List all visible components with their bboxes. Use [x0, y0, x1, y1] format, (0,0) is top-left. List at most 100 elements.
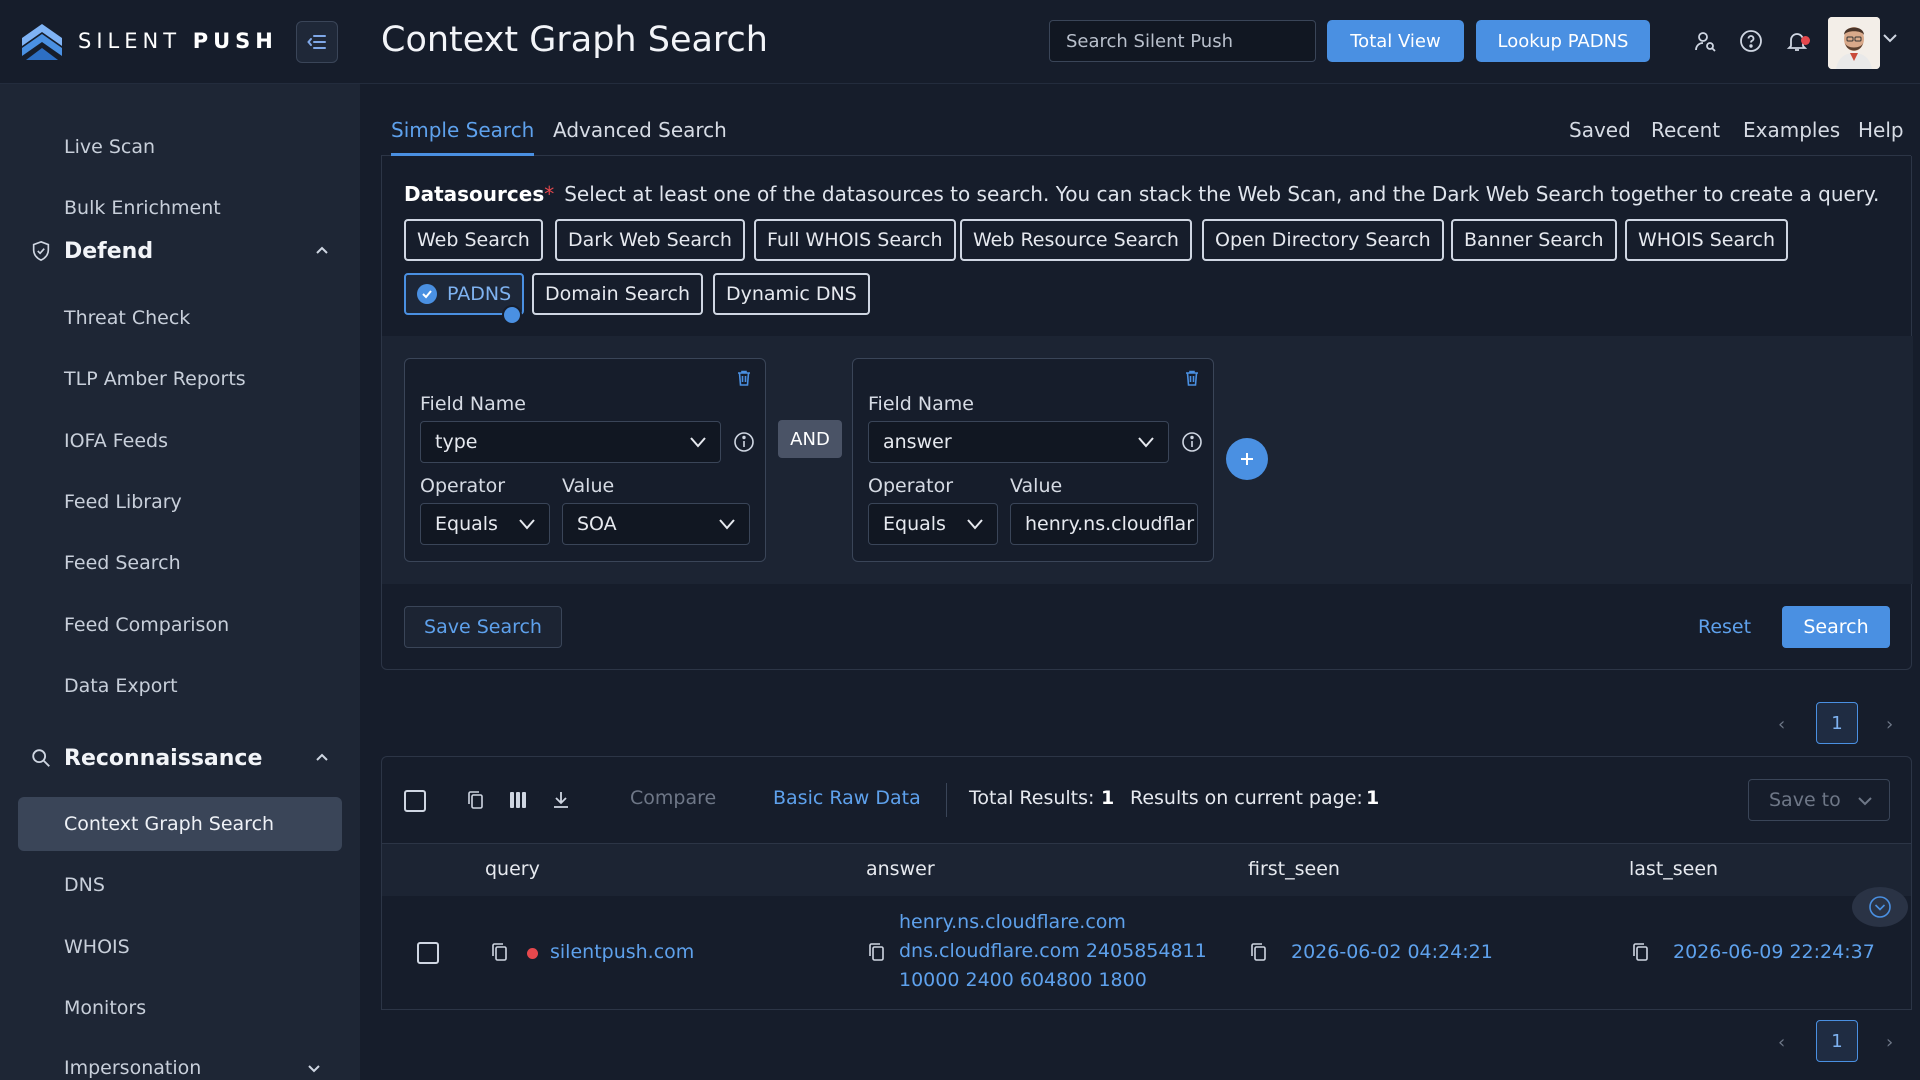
sidebar-item-feed-library[interactable]: Feed Library — [18, 475, 342, 529]
datasource-chip-whois-search[interactable]: WHOIS Search — [1625, 219, 1789, 261]
notifications-bell-icon[interactable] — [1784, 28, 1810, 54]
datasource-chip-open-directory-search[interactable]: Open Directory Search — [1202, 219, 1444, 261]
tab-examples[interactable]: Examples — [1743, 118, 1840, 142]
tab-advanced-search[interactable]: Advanced Search — [553, 118, 727, 156]
and-operator-badge[interactable]: AND — [778, 420, 842, 458]
account-menu-chevron-icon[interactable] — [1882, 30, 1898, 46]
copy-icon[interactable] — [465, 789, 487, 811]
tab-saved[interactable]: Saved — [1569, 118, 1631, 142]
datasource-chip-web-search[interactable]: Web Search — [404, 219, 543, 261]
field-name-select[interactable]: type — [420, 421, 721, 463]
add-condition-button[interactable] — [1226, 438, 1268, 480]
value-select[interactable]: SOA — [562, 503, 750, 545]
column-header-answer[interactable]: answer — [866, 858, 935, 880]
search-button[interactable]: Search — [1782, 606, 1890, 648]
condition-card: Field Name type Operator Value Equals SO… — [404, 358, 766, 562]
query-link[interactable]: silentpush.com — [550, 938, 694, 967]
last-seen-link[interactable]: 2026-06-09 22:24:37 — [1673, 938, 1875, 967]
operator-select[interactable]: Equals — [420, 503, 550, 545]
page-results-value: 1 — [1366, 787, 1380, 809]
sidebar-item-iofa-feeds[interactable]: IOFA Feeds — [18, 414, 342, 468]
basic-raw-data-toggle[interactable]: Basic Raw Data — [773, 787, 921, 809]
info-icon[interactable] — [733, 431, 755, 453]
copy-icon[interactable] — [1250, 942, 1268, 962]
prev-page-icon[interactable]: ‹ — [1778, 1032, 1785, 1053]
tab-recent[interactable]: Recent — [1651, 118, 1720, 142]
answer-line: henry.ns.cloudflare.com — [899, 911, 1126, 933]
sidebar: Live Scan Bulk Enrichment Defend Threat … — [0, 84, 360, 1080]
total-view-button[interactable]: Total View — [1327, 20, 1464, 62]
pagination-top: ‹ 1 › — [1760, 702, 1910, 746]
save-to-dropdown[interactable]: Save to — [1748, 779, 1890, 821]
row-checkbox[interactable] — [417, 942, 439, 964]
user-avatar[interactable] — [1828, 17, 1880, 69]
datasource-chip-padns[interactable]: PADNS — [404, 273, 525, 325]
column-header-last-seen[interactable]: last_seen — [1629, 858, 1718, 880]
sidebar-item-monitors[interactable]: Monitors — [18, 981, 342, 1035]
save-search-button[interactable]: Save Search — [404, 606, 562, 648]
datasource-info-icon[interactable] — [502, 305, 522, 325]
next-page-icon[interactable]: › — [1886, 1032, 1893, 1053]
answer-link[interactable]: henry.ns.cloudflare.com dns.cloudflare.c… — [899, 908, 1207, 995]
value-input[interactable]: henry.ns.cloudflar — [1010, 503, 1198, 545]
copy-icon[interactable] — [868, 942, 886, 962]
sidebar-item-feed-comparison[interactable]: Feed Comparison — [18, 598, 342, 652]
lookup-padns-button[interactable]: Lookup PADNS — [1476, 20, 1650, 62]
sidebar-item-feed-search[interactable]: Feed Search — [18, 536, 342, 590]
sidebar-item-data-export[interactable]: Data Export — [18, 659, 342, 713]
trash-icon[interactable] — [1183, 369, 1201, 387]
datasource-chip-full-whois-search[interactable]: Full WHOIS Search — [754, 219, 956, 261]
operator-select[interactable]: Equals — [868, 503, 998, 545]
chevron-down-circle-icon — [1869, 896, 1891, 918]
reset-button[interactable]: Reset — [1698, 616, 1751, 638]
brand-logo[interactable]: SILENT PUSH — [20, 20, 278, 62]
sidebar-section-reconnaissance[interactable]: Reconnaissance — [30, 741, 330, 775]
next-page-icon[interactable]: › — [1886, 714, 1893, 735]
sidebar-section-title: Defend — [64, 238, 154, 264]
datasource-chip-dark-web-search[interactable]: Dark Web Search — [555, 219, 745, 261]
sidebar-item-impersonation[interactable]: Impersonation — [18, 1041, 342, 1080]
column-header-first-seen[interactable]: first_seen — [1248, 858, 1340, 880]
sidebar-section-defend[interactable]: Defend — [30, 234, 330, 268]
compare-button[interactable]: Compare — [630, 787, 716, 809]
datasource-chip-web-resource-search[interactable]: Web Resource Search — [960, 219, 1192, 261]
operator-label: Operator — [420, 475, 506, 497]
field-name-label: Field Name — [868, 393, 974, 415]
copy-icon[interactable] — [1632, 942, 1650, 962]
datasource-chip-domain-search[interactable]: Domain Search — [532, 273, 704, 315]
row-expand-button[interactable] — [1852, 887, 1908, 927]
table-row: silentpush.com henry.ns.cloudflare.com d… — [382, 896, 1911, 1009]
field-name-select[interactable]: answer — [868, 421, 1169, 463]
sidebar-item-live-scan[interactable]: Live Scan — [18, 120, 342, 174]
user-search-icon[interactable] — [1692, 28, 1718, 54]
global-search-input[interactable] — [1049, 20, 1316, 62]
sidebar-item-dns[interactable]: DNS — [18, 858, 342, 912]
field-name-value: type — [435, 431, 478, 453]
datasource-chip-dynamic-dns[interactable]: Dynamic DNS — [713, 273, 870, 315]
column-header-query[interactable]: query — [485, 858, 540, 880]
sidebar-item-bulk-enrichment[interactable]: Bulk Enrichment — [18, 181, 342, 235]
sidebar-item-threat-check[interactable]: Threat Check — [18, 291, 342, 345]
tab-help[interactable]: Help — [1858, 118, 1904, 142]
prev-page-icon[interactable]: ‹ — [1778, 714, 1785, 735]
info-icon[interactable] — [1181, 431, 1203, 453]
copy-icon[interactable] — [491, 942, 509, 962]
sidebar-toggle-button[interactable] — [296, 21, 338, 63]
notification-badge — [1801, 36, 1810, 45]
columns-icon[interactable] — [507, 789, 529, 811]
download-icon[interactable] — [550, 789, 572, 811]
sidebar-item-whois[interactable]: WHOIS — [18, 920, 342, 974]
first-seen-link[interactable]: 2026-06-02 04:24:21 — [1291, 938, 1493, 967]
help-icon[interactable] — [1738, 28, 1764, 54]
page-number-button[interactable]: 1 — [1816, 702, 1858, 744]
chevron-down-icon — [690, 437, 706, 448]
sidebar-item-tlp-amber-reports[interactable]: TLP Amber Reports — [18, 352, 342, 406]
answer-line: 10000 2400 604800 1800 — [899, 969, 1147, 991]
page-number-button[interactable]: 1 — [1816, 1020, 1858, 1062]
trash-icon[interactable] — [735, 369, 753, 387]
tab-simple-search[interactable]: Simple Search — [391, 118, 535, 156]
select-all-checkbox[interactable] — [404, 790, 426, 812]
datasource-chip-banner-search[interactable]: Banner Search — [1451, 219, 1617, 261]
datasources-hint: Select at least one of the datasources t… — [564, 182, 1880, 206]
sidebar-item-context-graph-search[interactable]: Context Graph Search — [18, 797, 342, 851]
